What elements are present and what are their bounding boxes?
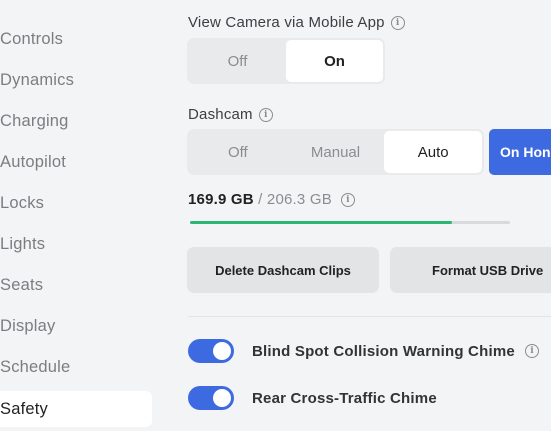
sidebar-item-lights[interactable]: Lights	[0, 226, 152, 262]
dashcam-label: Dashcam	[188, 106, 253, 123]
view-camera-off-option[interactable]: Off	[189, 40, 286, 82]
dashcam-heading: Dashcam i	[188, 106, 273, 123]
sidebar-item-schedule[interactable]: Schedule	[0, 349, 152, 385]
storage-total: 206.3 GB	[266, 191, 332, 208]
dashcam-segmented-control: Off Manual Auto	[187, 129, 484, 175]
view-camera-on-option[interactable]: On	[286, 40, 383, 82]
info-icon[interactable]: i	[524, 344, 539, 358]
sidebar-item-seats[interactable]: Seats	[0, 267, 152, 303]
toggle-knob	[213, 342, 231, 360]
sidebar-item-controls[interactable]: Controls	[0, 21, 152, 57]
sidebar-item-display[interactable]: Display	[0, 308, 152, 344]
rear-cross-traffic-chime-toggle[interactable]	[188, 386, 234, 410]
info-icon[interactable]: i	[258, 108, 273, 123]
view-camera-segmented-control: Off On	[187, 38, 385, 84]
dashcam-off-option[interactable]: Off	[189, 131, 287, 173]
info-icon[interactable]: i	[340, 193, 355, 208]
sidebar-item-locks[interactable]: Locks	[0, 185, 152, 221]
storage-used: 169.9 GB	[188, 191, 254, 208]
view-camera-label: View Camera via Mobile App	[188, 14, 385, 31]
sidebar-item-safety[interactable]: Safety	[0, 391, 152, 427]
section-divider	[188, 316, 551, 317]
blind-spot-chime-row: Blind Spot Collision Warning Chime i	[188, 338, 539, 364]
delete-dashcam-clips-button[interactable]: Delete Dashcam Clips	[187, 247, 379, 293]
rear-cross-traffic-chime-row: Rear Cross-Traffic Chime	[188, 385, 437, 411]
storage-separator: /	[253, 191, 267, 208]
dashcam-on-honk-option[interactable]: On Hon	[489, 129, 551, 175]
info-icon[interactable]: i	[390, 16, 405, 31]
sidebar-item-autopilot[interactable]: Autopilot	[0, 144, 152, 180]
dashcam-on-honk-label: On Hon	[489, 129, 551, 175]
toggle-knob	[213, 389, 231, 407]
view-camera-heading: View Camera via Mobile App i	[188, 14, 405, 31]
dashcam-auto-option[interactable]: Auto	[384, 131, 483, 173]
rear-cross-traffic-chime-label: Rear Cross-Traffic Chime	[252, 389, 437, 407]
blind-spot-chime-toggle[interactable]	[188, 339, 234, 363]
sidebar-item-charging[interactable]: Charging	[0, 103, 152, 139]
sidebar-item-dynamics[interactable]: Dynamics	[0, 62, 152, 98]
dashcam-storage-readout: 169.9 GB / 206.3 GB i	[188, 191, 355, 208]
storage-progress-fill	[190, 221, 453, 224]
settings-main: View Camera via Mobile App i Off On Dashc…	[168, 0, 551, 431]
storage-progress-bar	[190, 221, 510, 224]
settings-sidebar: Controls Dynamics Charging Autopilot Loc…	[0, 0, 168, 431]
format-usb-drive-button[interactable]: Format USB Drive	[390, 247, 551, 293]
dashcam-manual-option[interactable]: Manual	[287, 131, 385, 173]
blind-spot-chime-label: Blind Spot Collision Warning Chime	[252, 342, 515, 360]
